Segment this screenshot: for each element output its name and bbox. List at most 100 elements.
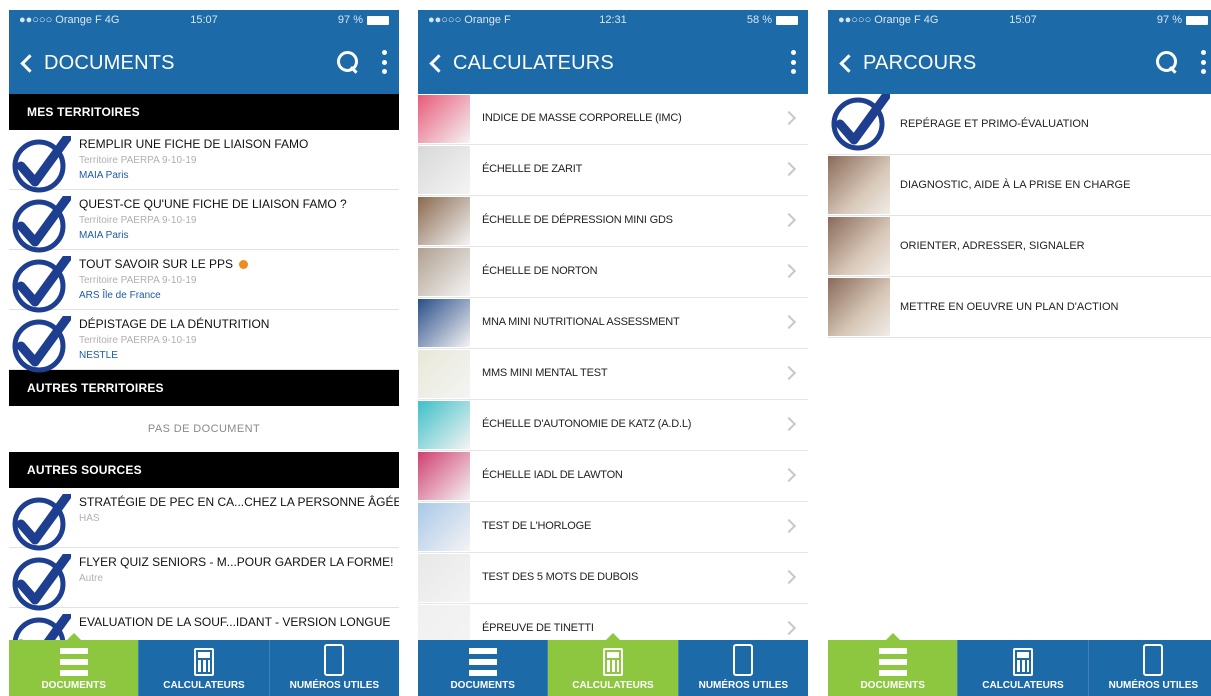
check-circle-icon (9, 313, 72, 374)
document-row[interactable]: STRATÉGIE DE PEC EN CA...CHEZ LA PERSONN… (9, 488, 399, 551)
check-circle-icon (9, 193, 72, 254)
tab-numeros-utiles[interactable]: NUMÉROS UTILES (679, 640, 808, 696)
nav-bar: DOCUMENTS (9, 32, 399, 94)
chevron-right-icon (781, 314, 797, 330)
document-territory: Territoire PAERPA 9-10-19 (79, 215, 197, 226)
calculator-row[interactable]: ÉCHELLE DE DÉPRESSION MINI GDS (418, 196, 808, 247)
nav-bar: PARCOURS (828, 32, 1211, 94)
tab-documents[interactable]: DOCUMENTS (828, 633, 959, 696)
parcours-label: REPÉRAGE ET PRIMO-ÉVALUATION (900, 118, 1089, 130)
tab-label: NUMÉROS UTILES (698, 680, 789, 691)
tab-calculateurs[interactable]: CALCULATEURS (958, 640, 1089, 696)
calculator-row[interactable]: MNA MINI NUTRITIONAL ASSESSMENT (418, 298, 808, 349)
calculator-row[interactable]: TEST DE L'HORLOGE (418, 502, 808, 553)
menu-icon (59, 648, 88, 676)
document-title: EVALUATION DE LA SOUF...IDANT - VERSION … (79, 615, 391, 629)
calculator-label: MNA MINI NUTRITIONAL ASSESSMENT (482, 316, 680, 328)
check-circle-icon (9, 491, 72, 552)
calculator-row[interactable]: INDICE DE MASSE CORPORELLE (IMC) (418, 94, 808, 145)
battery-icon (776, 15, 798, 25)
status-time: 15:07 (190, 14, 218, 26)
calculator-row[interactable]: MMS MINI MENTAL TEST (418, 349, 808, 400)
tab-documents[interactable]: DOCUMENTS (418, 640, 549, 696)
calculator-row[interactable]: ÉCHELLE D'AUTONOMIE DE KATZ (A.D.L) (418, 400, 808, 451)
parcours-thumbnail (828, 217, 890, 275)
tab-bar: DOCUMENTS CALCULATEURS NUMÉROS UTILES (9, 633, 399, 696)
tab-calculateurs[interactable]: CALCULATEURS (548, 633, 679, 696)
calculator-row[interactable]: ÉCHELLE DE NORTON (418, 247, 808, 298)
chevron-right-icon (781, 620, 797, 636)
status-bar: ●●○○○ Orange F 12:31 58 % (418, 10, 808, 32)
calculators-list: INDICE DE MASSE CORPORELLE (IMC) ÉCHELLE … (418, 94, 808, 655)
calculator-icon (602, 648, 623, 676)
calculator-row[interactable]: ÉCHELLE DE ZARIT (418, 145, 808, 196)
calculator-label: TEST DES 5 MOTS DE DUBOIS (482, 571, 639, 583)
tab-calculateurs[interactable]: CALCULATEURS (139, 640, 270, 696)
back-button[interactable]: PARCOURS (838, 52, 976, 75)
back-button[interactable]: CALCULATEURS (428, 52, 614, 75)
calculator-label: TEST DE L'HORLOGE (482, 520, 592, 532)
tab-label: CALCULATEURS (163, 680, 245, 691)
calculator-row[interactable]: ÉCHELLE IADL DE LAWTON (418, 451, 808, 502)
page-title: PARCOURS (863, 51, 977, 74)
phone-icon (733, 644, 754, 676)
document-title: FLYER QUIZ SENIORS - M...POUR GARDER LA … (79, 555, 394, 569)
battery-indicator: 97 % (338, 14, 389, 26)
parcours-row[interactable]: METTRE EN OEUVRE UN PLAN D'ACTION (828, 277, 1211, 338)
more-vertical-icon[interactable] (1200, 50, 1206, 74)
search-icon[interactable] (1156, 51, 1178, 73)
tab-label: CALCULATEURS (572, 680, 654, 691)
chevron-right-icon (781, 518, 797, 534)
chevron-right-icon (781, 569, 797, 585)
parcours-row[interactable]: REPÉRAGE ET PRIMO-ÉVALUATION (828, 91, 1211, 155)
document-row[interactable]: DÉPISTAGE DE LA DÉNUTRITION Territoire PA… (9, 310, 399, 373)
document-source: MAIA Paris (79, 170, 129, 181)
page-title: DOCUMENTS (44, 51, 175, 74)
search-icon[interactable] (337, 51, 359, 73)
document-territory: Territoire PAERPA 9-10-19 (79, 275, 197, 286)
document-row[interactable]: QUEST-CE QU'UNE FICHE DE LIAISON FAMO ? T… (9, 190, 399, 253)
document-source: ARS Île de France (79, 290, 161, 301)
page-title: CALCULATEURS (453, 51, 614, 74)
tab-label: DOCUMENTS (860, 680, 925, 691)
calculator-thumbnail (418, 248, 470, 296)
parcours-row[interactable]: DIAGNOSTIC, AIDE À LA PRISE EN CHARGE (828, 155, 1211, 216)
parcours-label: DIAGNOSTIC, AIDE À LA PRISE EN CHARGE (900, 179, 1131, 191)
carrier-label: ●●○○○ Orange F 4G (838, 14, 939, 26)
calculator-icon (193, 648, 214, 676)
status-time: 12:31 (599, 14, 627, 26)
document-title: DÉPISTAGE DE LA DÉNUTRITION (79, 317, 270, 331)
calculator-label: ÉPREUVE DE TINETTI (482, 622, 594, 634)
calculator-label: ÉCHELLE IADL DE LAWTON (482, 469, 623, 481)
tab-numeros-utiles[interactable]: NUMÉROS UTILES (1089, 640, 1211, 696)
document-row[interactable]: TOUT SAVOIR SUR LE PPS Territoire PAERPA … (9, 250, 399, 313)
documents-screen: ●●○○○ Orange F 4G 15:07 97 % DOCUMENTS M… (9, 10, 399, 696)
check-circle-icon (9, 253, 72, 314)
document-title: REMPLIR UNE FICHE DE LIAISON FAMO (79, 137, 309, 151)
tab-numeros-utiles[interactable]: NUMÉROS UTILES (270, 640, 399, 696)
calculator-thumbnail (418, 452, 470, 500)
document-source: Autre (79, 573, 103, 584)
parcours-row[interactable]: ORIENTER, ADRESSER, SIGNALER (828, 216, 1211, 277)
back-button[interactable]: DOCUMENTS (19, 52, 175, 75)
calculateurs-screen: ●●○○○ Orange F 12:31 58 % CALCULATEURS I… (418, 10, 808, 696)
calculator-label: INDICE DE MASSE CORPORELLE (IMC) (482, 112, 682, 124)
tab-label: DOCUMENTS (41, 680, 106, 691)
document-source: HAS (79, 513, 100, 524)
calculator-thumbnail (418, 95, 470, 143)
calculator-row[interactable]: TEST DES 5 MOTS DE DUBOIS (418, 553, 808, 604)
parcours-thumbnail (828, 156, 890, 214)
calculator-thumbnail (418, 554, 470, 602)
carrier-label: ●●○○○ Orange F (428, 14, 511, 26)
document-title: QUEST-CE QU'UNE FICHE DE LIAISON FAMO ? (79, 197, 347, 211)
chevron-right-icon (781, 416, 797, 432)
document-title: STRATÉGIE DE PEC EN CA...CHEZ LA PERSONN… (79, 495, 399, 509)
document-row[interactable]: FLYER QUIZ SENIORS - M...POUR GARDER LA … (9, 548, 399, 611)
document-row[interactable]: REMPLIR UNE FICHE DE LIAISON FAMO Territo… (9, 130, 399, 193)
battery-icon (1186, 15, 1208, 25)
battery-icon (367, 15, 389, 25)
tab-documents[interactable]: DOCUMENTS (9, 633, 140, 696)
more-vertical-icon[interactable] (790, 50, 796, 74)
chevron-right-icon (781, 263, 797, 279)
more-vertical-icon[interactable] (381, 50, 387, 74)
